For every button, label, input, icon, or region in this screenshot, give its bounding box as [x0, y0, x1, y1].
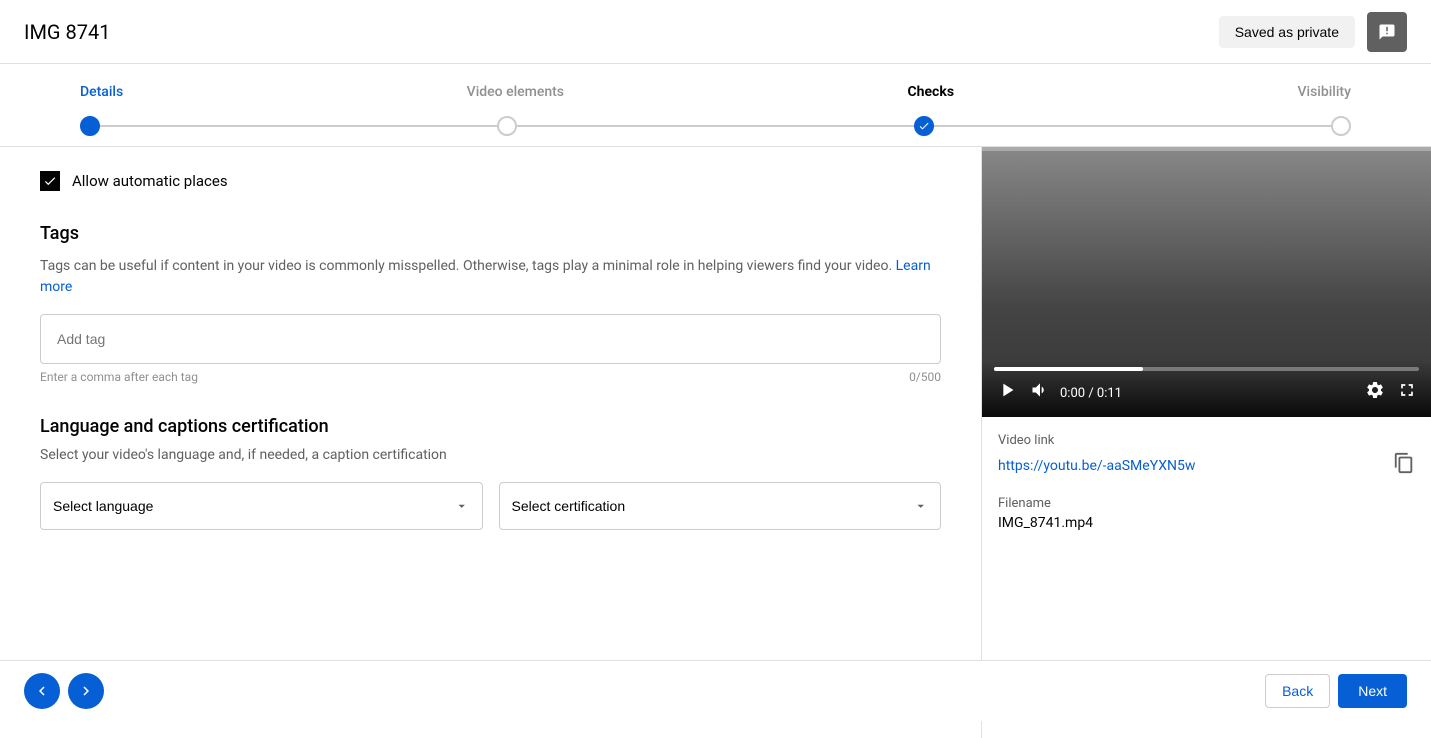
tag-hint-row: Enter a comma after each tag 0/500	[40, 370, 941, 384]
left-panel: Allow automatic places Tags Tags can be …	[0, 147, 981, 738]
tags-section: Tags Tags can be useful if content in yo…	[40, 223, 941, 384]
video-controls-row: 0:00 / 0:11	[994, 377, 1419, 409]
connector-1	[100, 125, 497, 127]
stepper: Details Video elements Checks Visibility	[0, 64, 1431, 147]
fullscreen-button[interactable]	[1395, 378, 1419, 408]
settings-button[interactable]	[1363, 378, 1387, 408]
chevron-down-icon	[913, 498, 928, 514]
right-panel: 0:00 / 0:11	[981, 147, 1431, 738]
nav-right: Back Next	[1265, 674, 1407, 708]
copy-icon	[1393, 452, 1415, 474]
filename-label: Filename	[998, 496, 1415, 511]
captions-certification-select[interactable]: Select certification	[499, 482, 942, 530]
step-label-details[interactable]: Details	[80, 84, 123, 100]
tags-title: Tags	[40, 223, 941, 244]
step-label-checks[interactable]: Checks	[907, 84, 954, 100]
fullscreen-icon	[1397, 380, 1417, 400]
bottom-navigation: Back Next	[0, 660, 1431, 721]
step-circle-details[interactable]	[80, 116, 100, 136]
step-circle-visibility[interactable]	[1331, 116, 1351, 136]
tags-description: Tags can be useful if content in your vi…	[40, 256, 941, 298]
step-circle-checks[interactable]	[914, 116, 934, 136]
video-controls-overlay: 0:00 / 0:11	[982, 361, 1431, 417]
language-selects: Select language Select certification	[40, 482, 941, 530]
back-button[interactable]: Back	[1265, 674, 1330, 708]
step-label-visibility[interactable]: Visibility	[1297, 84, 1350, 100]
video-link-label: Video link	[998, 433, 1415, 448]
header: IMG 8741 Saved as private	[0, 0, 1431, 64]
volume-icon	[1030, 380, 1050, 400]
main-content: Allow automatic places Tags Tags can be …	[0, 147, 1431, 738]
chevron-down-icon	[454, 498, 469, 514]
next-button[interactable]: Next	[1338, 674, 1407, 708]
page-title: IMG 8741	[24, 20, 110, 44]
tag-hint: Enter a comma after each tag	[40, 370, 198, 384]
header-actions: Saved as private	[1219, 12, 1407, 52]
forward-icon-button[interactable]	[68, 673, 104, 709]
allow-places-checkbox[interactable]	[40, 171, 60, 191]
language-title: Language and captions certification	[40, 416, 941, 437]
video-time: 0:00 / 0:11	[1060, 386, 1122, 401]
connector-2	[517, 125, 914, 127]
message-icon	[1378, 23, 1396, 41]
allow-places-label: Allow automatic places	[72, 172, 228, 190]
video-link-url[interactable]: https://youtu.be/-aaSMeYXN5w	[998, 458, 1195, 474]
step-circle-video-elements[interactable]	[497, 116, 517, 136]
play-icon	[996, 379, 1018, 401]
video-language-dropdown[interactable]: Select language	[53, 498, 454, 514]
back-icon-button[interactable]	[24, 673, 60, 709]
captions-dropdown[interactable]: Select certification	[512, 498, 913, 514]
video-preview: 0:00 / 0:11	[982, 147, 1431, 417]
arrow-left-icon	[33, 682, 51, 700]
checkbox-row: Allow automatic places	[40, 171, 941, 191]
video-progress-bar[interactable]	[982, 147, 1431, 151]
video-link-row: https://youtu.be/-aaSMeYXN5w	[998, 452, 1415, 480]
language-description: Select your video's language and, if nee…	[40, 445, 941, 466]
message-icon-button[interactable]	[1367, 12, 1407, 52]
saved-status-button[interactable]: Saved as private	[1219, 16, 1355, 48]
filename-value: IMG_8741.mp4	[998, 515, 1415, 531]
settings-icon	[1365, 380, 1385, 400]
arrow-right-icon	[77, 682, 95, 700]
connector-3	[934, 125, 1331, 127]
checkmark-icon	[43, 174, 57, 188]
tag-count: 0/500	[909, 370, 941, 384]
video-seek-fill	[994, 367, 1143, 371]
play-button[interactable]	[994, 377, 1020, 409]
volume-button[interactable]	[1028, 378, 1052, 408]
language-section: Language and captions certification Sele…	[40, 416, 941, 530]
copy-link-button[interactable]	[1393, 452, 1415, 480]
video-language-select[interactable]: Select language	[40, 482, 483, 530]
tag-input[interactable]	[41, 315, 940, 363]
tag-input-wrapper	[40, 314, 941, 364]
video-seek-bar[interactable]	[994, 367, 1419, 371]
nav-left	[24, 673, 104, 709]
step-label-video-elements[interactable]: Video elements	[467, 84, 564, 100]
checkmark-icon	[918, 120, 930, 132]
